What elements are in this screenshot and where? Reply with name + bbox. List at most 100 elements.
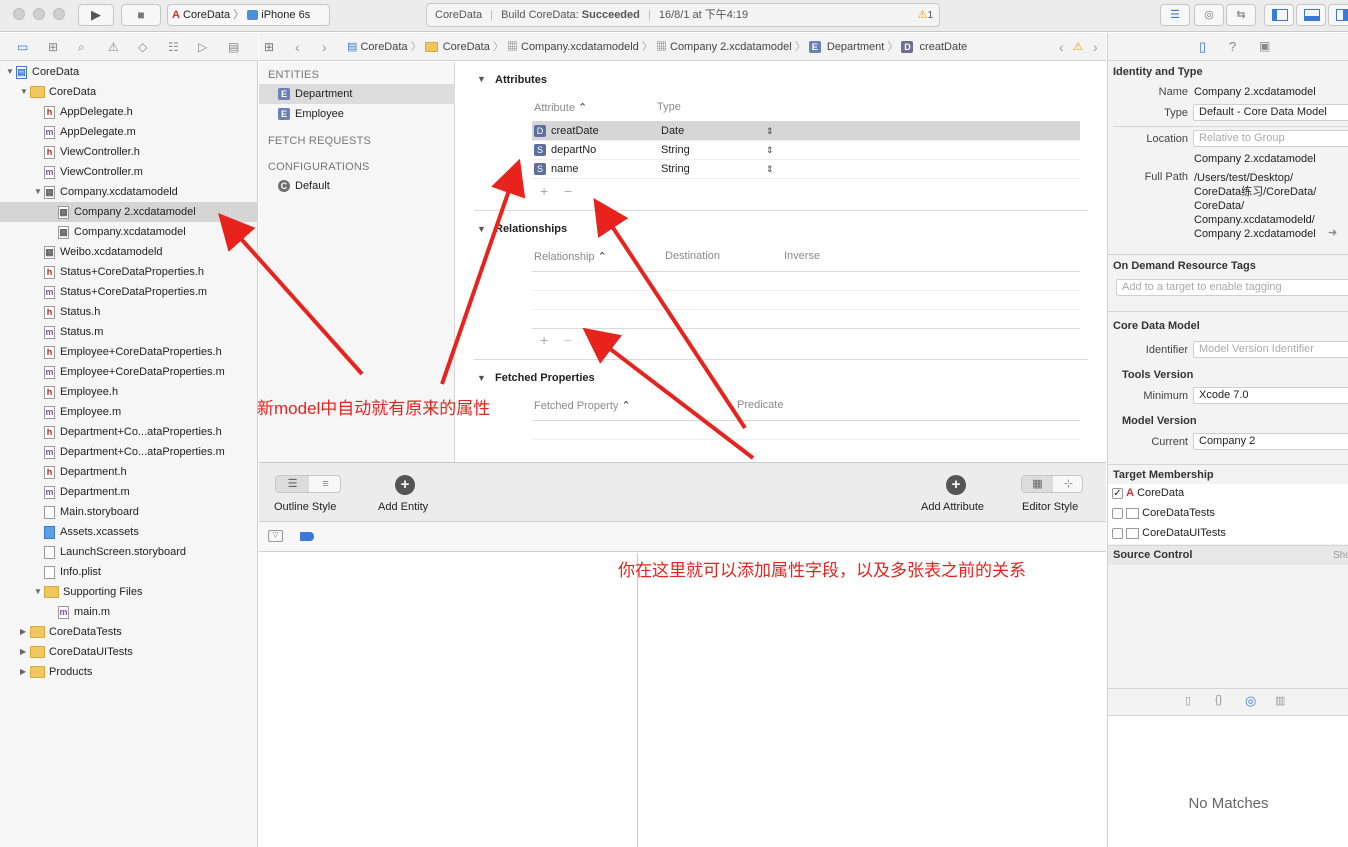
tree-item[interactable]: h Department+Co...ataProperties.h [0, 422, 258, 442]
symbol-navigator-icon[interactable]: ⊞ [48, 33, 58, 61]
prev-issue-icon[interactable]: ‹ [1059, 33, 1064, 61]
tree-item[interactable]: h Department.h [0, 462, 258, 482]
tree-item[interactable]: h Employee.h [0, 382, 258, 402]
entity-department[interactable]: E Department [259, 84, 455, 104]
tree-item[interactable]: ▼ ▤ CoreData [0, 62, 258, 82]
type-select[interactable]: Default - Core Data Model [1193, 104, 1348, 121]
remove-attribute-minus-icon[interactable]: − [564, 183, 572, 199]
search-navigator-icon[interactable]: ⌕ [78, 33, 85, 61]
destination-column-header[interactable]: Destination [665, 250, 720, 262]
tree-item[interactable]: m Department.m [0, 482, 258, 502]
warning-indicator[interactable]: ⚠1 [918, 4, 933, 27]
folder-navigator-icon[interactable]: ▭ [17, 33, 28, 61]
attribute-type[interactable]: String [661, 160, 690, 179]
tree-item[interactable]: h ViewController.h [0, 142, 258, 162]
tree-item[interactable]: Main.storyboard [0, 502, 258, 522]
tree-item[interactable]: ▼ Supporting Files [0, 582, 258, 602]
tree-item[interactable]: ▦ Company.xcdatamodel [0, 222, 258, 242]
attribute-name[interactable]: departNo [551, 144, 596, 156]
forward-icon[interactable]: › [322, 33, 327, 61]
graph-editor-icon[interactable]: ⊹ [1053, 476, 1084, 492]
add-attribute-plus-icon[interactable]: + [540, 183, 548, 199]
tree-item[interactable]: h Status+CoreDataProperties.h [0, 262, 258, 282]
close-window-button[interactable] [13, 8, 25, 20]
tree-item[interactable]: m main.m [0, 602, 258, 622]
add-entity-button[interactable]: Add Entity [378, 501, 428, 513]
code-snippet-icon[interactable]: {} [1215, 694, 1222, 706]
table-style-icon[interactable]: ☰ [276, 476, 309, 492]
tree-item[interactable]: ▦ Company 2.xcdatamodel [0, 202, 258, 222]
tree-item[interactable]: LaunchScreen.storyboard [0, 542, 258, 562]
tree-item[interactable]: m AppDelegate.m [0, 122, 258, 142]
outline-style-control[interactable]: ☰ ≡ [275, 475, 341, 493]
debug-split-divider[interactable] [637, 553, 638, 847]
attributes-disclosure-icon[interactable]: ▼ [477, 74, 486, 84]
issue-navigator-icon[interactable]: ⚠ [108, 33, 119, 61]
disclosure-open-icon[interactable]: ▼ [20, 82, 30, 102]
attribute-name[interactable]: name [551, 163, 579, 175]
tree-item[interactable]: m Department+Co...ataProperties.m [0, 442, 258, 462]
back-icon[interactable]: ‹ [295, 33, 300, 61]
run-button[interactable]: ▶ [78, 4, 114, 26]
warning-icon[interactable]: ⚠ [1073, 33, 1083, 61]
tree-item[interactable]: ▶ CoreDataTests [0, 622, 258, 642]
standard-editor-button[interactable]: ☰ [1160, 4, 1190, 26]
quick-help-icon[interactable]: ? [1229, 39, 1236, 54]
fetched-property-column-header[interactable]: Fetched Property ⌃ [534, 399, 631, 412]
tree-item[interactable]: m Status+CoreDataProperties.m [0, 282, 258, 302]
tree-item[interactable]: ▶ Products [0, 662, 258, 682]
tree-item[interactable]: h Status.h [0, 302, 258, 322]
file-template-icon[interactable]: ▯ [1185, 694, 1191, 707]
table-editor-icon[interactable]: ▦ [1022, 476, 1053, 492]
attribute-name[interactable]: creatDate [551, 125, 599, 137]
toggle-debug-area-button[interactable] [1296, 4, 1326, 26]
minimum-select[interactable]: Xcode 7.0 [1193, 387, 1348, 404]
disclosure-open-icon[interactable]: ▼ [6, 62, 16, 82]
type-column-header[interactable]: Type [657, 101, 681, 113]
tree-item[interactable]: Info.plist [0, 562, 258, 582]
report-navigator-icon[interactable]: ▤ [228, 33, 239, 61]
target-coredatauitests[interactable]: CoreDataUITests [1112, 527, 1226, 539]
identifier-field[interactable]: Model Version Identifier [1193, 341, 1348, 358]
attribute-type[interactable]: Date [661, 122, 684, 141]
media-library-icon[interactable]: ▥ [1275, 694, 1285, 707]
tree-item[interactable]: m ViewController.m [0, 162, 258, 182]
disclosure-open-icon[interactable]: ▼ [34, 182, 44, 202]
object-library-icon[interactable]: ◎ [1245, 693, 1256, 709]
target-coredata[interactable]: ✓ A CoreData [1112, 487, 1184, 499]
test-navigator-icon[interactable]: ◇ [138, 33, 147, 61]
breakpoint-navigator-icon[interactable]: ▷ [198, 33, 207, 61]
attribute-row[interactable]: SdepartNo String ⇕ [532, 141, 1080, 160]
version-editor-button[interactable]: ⇆ [1226, 4, 1256, 26]
scheme-selector[interactable]: A CoreData 〉 iPhone 6s [167, 4, 330, 26]
data-model-inspector-icon[interactable]: ▣ [1259, 39, 1270, 53]
add-attribute-plus-icon[interactable]: + [946, 475, 966, 495]
tree-item[interactable]: Assets.xcassets [0, 522, 258, 542]
checkbox-icon[interactable] [1112, 527, 1123, 539]
attribute-type[interactable]: String [661, 141, 690, 160]
assistant-editor-button[interactable]: ◎ [1194, 4, 1224, 26]
entity-employee[interactable]: E Employee [259, 104, 455, 124]
add-entity-plus-icon[interactable]: + [395, 475, 415, 495]
debug-navigator-icon[interactable]: ☷ [168, 33, 179, 61]
breadcrumb-item[interactable]: CoreData [443, 41, 490, 53]
next-issue-icon[interactable]: › [1093, 33, 1098, 61]
disclosure-closed-icon[interactable]: ▶ [20, 662, 30, 682]
tree-item[interactable]: ▶ CoreDataUITests [0, 642, 258, 662]
reveal-in-finder-icon[interactable]: ➜ [1328, 226, 1337, 239]
tree-item[interactable]: ▼ ▦ Company.xcdatamodeld [0, 182, 258, 202]
type-popup-chevron-icon[interactable]: ⇕ [766, 141, 774, 160]
relationship-column-header[interactable]: Relationship ⌃ [534, 250, 607, 263]
type-popup-chevron-icon[interactable]: ⇕ [766, 122, 774, 141]
hide-debug-area-icon[interactable]: ▽ [268, 530, 283, 542]
editor-style-control[interactable]: ▦ ⊹ [1021, 475, 1083, 493]
tree-item[interactable]: m Status.m [0, 322, 258, 342]
location-select[interactable]: Relative to Group [1193, 130, 1348, 147]
configuration-default[interactable]: C Default [259, 176, 455, 196]
attribute-column-header[interactable]: Attribute ⌃ [534, 101, 587, 114]
disclosure-closed-icon[interactable]: ▶ [20, 622, 30, 642]
tree-item[interactable]: ▼ CoreData [0, 82, 258, 102]
tree-item[interactable]: m Employee+CoreDataProperties.m [0, 362, 258, 382]
tree-item[interactable]: h Employee+CoreDataProperties.h [0, 342, 258, 362]
attribute-row[interactable]: Sname String ⇕ [532, 160, 1080, 179]
